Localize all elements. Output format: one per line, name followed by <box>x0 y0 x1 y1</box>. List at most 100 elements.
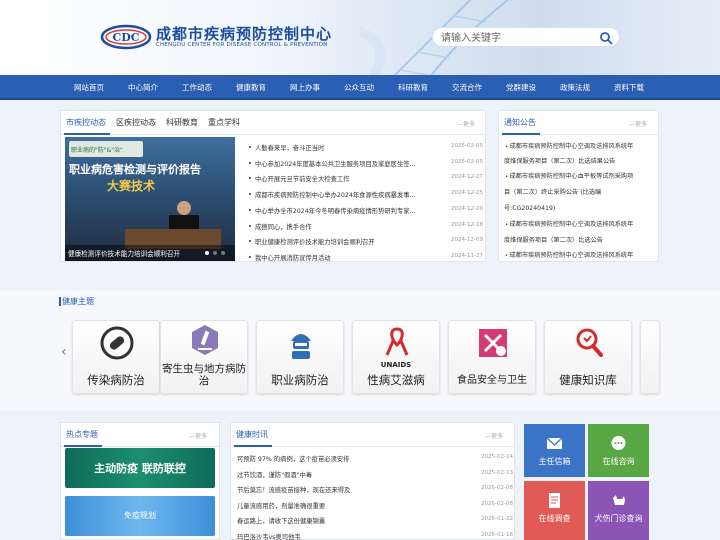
tab-research[interactable]: 科研教育 <box>166 117 198 128</box>
nav-item-party[interactable]: 党群建设 <box>496 75 546 100</box>
health-news-tabbar: 健康时讯 —更多 <box>231 423 514 447</box>
tab-district-cdc[interactable]: 区疾控动态 <box>116 117 156 128</box>
search-box <box>432 27 620 47</box>
news-title[interactable]: 玛巴洛沙韦vs奥司他韦 <box>237 532 437 540</box>
tab-key-disciplines[interactable]: 重点学科 <box>208 117 240 128</box>
notice-text[interactable]: 成都市疾病预防控制中心空调及送排风系统年 <box>510 252 634 259</box>
list-item[interactable]: 我中心开展消防宣传月活动 2024-11-27 <box>248 249 483 265</box>
bullet-icon <box>249 255 251 258</box>
list-item[interactable]: 玛巴洛沙韦vs奥司他韦 2025-01-16 <box>231 528 513 540</box>
tile-online-survey[interactable]: 在线调查 <box>524 481 585 540</box>
nav-item-news[interactable]: 工作动态 <box>172 75 222 100</box>
topic-label: 食品安全与卫生 <box>457 375 527 386</box>
list-item[interactable]: 成德同心，携手合作 2024-12-18 <box>248 218 483 234</box>
news-date: 2025-02-13 <box>481 469 513 476</box>
hot-banner-text[interactable]: 免疫规划 <box>65 510 215 521</box>
search-input[interactable] <box>441 31 591 45</box>
bullet-icon <box>249 193 251 196</box>
slide-dot[interactable] <box>221 251 225 255</box>
news-title[interactable]: 人勤春来早，奋斗正当时 <box>255 143 420 152</box>
news-title[interactable]: 中心参加2024年度基本公共卫生服务项目及家庭医生签... <box>255 159 420 168</box>
news-more-link[interactable]: —更多 <box>457 119 475 128</box>
nav-item-health-education[interactable]: 健康教育 <box>226 75 276 100</box>
health-news-title[interactable]: 健康时讯 <box>236 429 268 440</box>
topic-label: 健康知识库 <box>559 373 617 387</box>
topic-food-safety[interactable]: 食品安全与卫生 <box>448 320 536 394</box>
hot-banner-epidemic[interactable]: 主动防疫 联防联控 <box>65 448 215 488</box>
notice-item-cont[interactable]: 号:CG20240419) <box>504 203 555 212</box>
list-item[interactable]: 节后莫忘！流感疫苗接种，现在还来得及 2025-02-08 <box>231 481 513 497</box>
list-item[interactable]: 成都市疾病预防控制中心举办2024年食源性疾病暴发事... 2024-12-25 <box>248 186 483 202</box>
list-item[interactable]: 中心开展元旦节前安全大检查工作 2024-12-27 <box>248 170 483 186</box>
nav-item-home[interactable]: 网站首页 <box>64 75 114 100</box>
nav-item-policy[interactable]: 政策法规 <box>550 75 600 100</box>
notice-title[interactable]: 通知公告 <box>504 117 536 128</box>
list-item[interactable]: 人勤春来早，奋斗正当时 2025-02-05 <box>248 139 483 155</box>
nav-item-public-interaction[interactable]: 公众互动 <box>334 75 384 100</box>
topic-occupational-disease[interactable]: 职业病防治 <box>256 320 344 394</box>
slide-dot[interactable] <box>213 251 217 255</box>
list-item[interactable]: 职业健康检测评价技术能力培训会顺利召开 2024-12-09 <box>248 233 483 249</box>
slide-banner-top: 职业病的"防"&"治" <box>71 147 123 154</box>
news-date: 2025-02-05 <box>451 158 483 165</box>
chevron-left-icon[interactable]: ‹ <box>61 344 67 360</box>
hot-more-link[interactable]: —更多 <box>189 431 207 440</box>
tile-dog-bite-clinic[interactable]: 犬伤门诊查询 <box>588 481 649 540</box>
topic-std-aids[interactable]: UNAIDS 性病艾滋病 <box>352 320 440 394</box>
notice-more-link[interactable]: —更多 <box>629 119 647 128</box>
slide-dot-active[interactable] <box>205 251 209 255</box>
list-item[interactable]: 中心举办全市2024年今冬明春传染病疫情形势研判专家... 2024-12-20 <box>248 202 483 218</box>
news-title[interactable]: 中心举办全市2024年今冬明春传染病疫情形势研判专家... <box>255 206 420 215</box>
nav-item-research[interactable]: 科研教育 <box>388 75 438 100</box>
tile-online-consult[interactable]: 在线咨询 <box>588 424 649 477</box>
news-title[interactable]: 可预防 97% 的病例，这个疫苗必须安排 <box>237 454 437 463</box>
list-item[interactable]: 儿童流感用药，剂量准确很重要 2025-02-08 <box>231 497 513 513</box>
health-news-more-text[interactable]: 更多 <box>491 433 503 440</box>
notice-text[interactable]: 成都市疾病预防控制中心空调及送排风系统年 <box>510 221 634 228</box>
topic-infectious-disease[interactable]: 传染病防治 <box>72 320 160 394</box>
news-title[interactable]: 中心开展元旦节前安全大检查工作 <box>255 174 420 183</box>
notice-item[interactable]: • 成都市疾病预防控制中心血平板等试剂采购项 <box>505 171 633 180</box>
notice-more-text[interactable]: 更多 <box>635 121 647 128</box>
cdc-logo-icon[interactable]: CDC <box>100 22 152 52</box>
news-title[interactable]: 成德同心，携手合作 <box>255 222 420 231</box>
news-title[interactable]: 我中心开展消防宣传月活动 <box>255 253 420 262</box>
hot-more-text[interactable]: 更多 <box>195 433 207 440</box>
org-name-cn: 成都市疾病预防控制中心 <box>156 25 333 43</box>
notice-item[interactable]: • 成都市疾病预防控制中心空调及送排风系统年 <box>505 250 633 259</box>
news-title[interactable]: 春运路上，请收下这份健康锦囊 <box>237 516 437 525</box>
list-item[interactable]: 春运路上，请收下这份健康锦囊 2025-01-22 <box>231 512 513 528</box>
topic-health-knowledge[interactable]: 健康知识库 <box>544 320 632 394</box>
notice-text[interactable]: 成都市疾病预防控制中心空调及送排风系统年 <box>510 143 634 150</box>
notice-item-cont[interactable]: 目（第二次）终止采购公告 (比选编 <box>504 187 601 196</box>
news-title[interactable]: 职业健康检测评价技术能力培训会顺利召开 <box>255 237 420 246</box>
list-item[interactable]: 中心参加2024年度基本公共卫生服务项目及家庭医生签... 2025-02-05 <box>248 155 483 171</box>
topic-parasitic-disease[interactable]: 寄生虫与地方病防治 <box>160 320 248 394</box>
tab-city-cdc[interactable]: 市疾控动态 <box>66 117 106 128</box>
news-title[interactable]: 过节饮酒，谨防"假酒"中毒 <box>237 470 437 479</box>
notice-item[interactable]: • 成都市疾病预防控制中心空调及送排风系统年 <box>505 219 633 228</box>
search-icon[interactable] <box>599 31 613 45</box>
news-title[interactable]: 节后莫忘！流感疫苗接种，现在还来得及 <box>237 485 437 494</box>
list-item[interactable]: 过节饮酒，谨防"假酒"中毒 2025-02-13 <box>231 466 513 482</box>
news-title[interactable]: 儿童流感用药，剂量准确很重要 <box>237 501 437 510</box>
notice-item-cont[interactable]: 度维保服务项目（第二次）比选公告 <box>504 235 603 244</box>
logo-text: CDC <box>112 31 139 44</box>
news-more-text[interactable]: 更多 <box>463 121 475 128</box>
nav-item-downloads[interactable]: 资料下载 <box>604 75 654 100</box>
hot-topics-title[interactable]: 热点专题 <box>66 429 98 440</box>
tile-director-mailbox[interactable]: 主任信箱 <box>524 424 585 477</box>
hot-banner-text[interactable]: 主动防疫 联防联控 <box>65 460 215 476</box>
health-news-more-link[interactable]: —更多 <box>485 431 503 440</box>
notice-item-cont[interactable]: 度维保服务项目（第二次）比选结果公告 <box>504 156 615 165</box>
nav-item-online-service[interactable]: 网上办事 <box>280 75 330 100</box>
news-title[interactable]: 成都市疾病预防控制中心举办2024年食源性疾病暴发事... <box>255 190 420 199</box>
news-slideshow[interactable]: 职业病的"防"&"治" 职业病危害检测与评价报告 大赛技术 健康检测评价技术能力… <box>65 137 235 261</box>
topic-partial[interactable] <box>640 320 660 394</box>
nav-item-about[interactable]: 中心简介 <box>118 75 168 100</box>
nav-item-cooperation[interactable]: 交流合作 <box>442 75 492 100</box>
notice-item[interactable]: • 成都市疾病预防控制中心空调及送排风系统年 <box>505 141 633 150</box>
list-item[interactable]: 可预防 97% 的病例，这个疫苗必须安排 2025-02-14 <box>231 450 513 466</box>
hot-banner-immunization[interactable]: 免疫规划 <box>65 496 215 536</box>
notice-text[interactable]: 成都市疾病预防控制中心血平板等试剂采购项 <box>510 173 634 180</box>
